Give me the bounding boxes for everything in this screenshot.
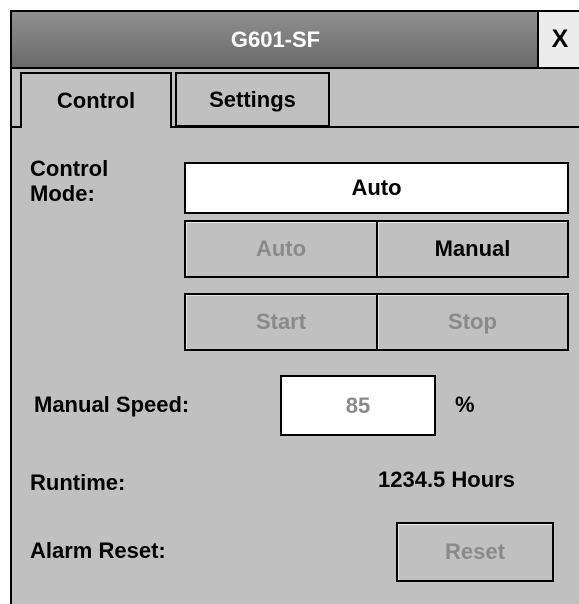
control-mode-label-line1: Control	[30, 156, 109, 181]
title-bar: G601-SF X	[12, 12, 579, 69]
manual-button[interactable]: Manual	[376, 220, 569, 278]
manual-speed-label: Manual Speed:	[34, 392, 190, 417]
faceplate-window: G601-SF X Control Settings Control Mode:…	[10, 10, 579, 604]
runtime-label: Runtime:	[30, 470, 126, 495]
control-mode-label-line2: Mode:	[30, 181, 95, 206]
close-button[interactable]: X	[537, 12, 579, 67]
speed-unit-label: %	[455, 392, 475, 417]
tab-divider	[172, 126, 579, 128]
window-title: G601-SF	[230, 27, 321, 52]
control-mode-value: Auto	[184, 162, 569, 214]
reset-button[interactable]: Reset	[396, 522, 554, 582]
tab-divider	[12, 126, 20, 128]
start-button[interactable]: Start	[184, 293, 378, 351]
auto-button[interactable]: Auto	[184, 220, 378, 278]
tab-control[interactable]: Control	[20, 72, 172, 128]
runtime-value: 1234.5 Hours	[378, 467, 515, 492]
tab-settings[interactable]: Settings	[175, 72, 330, 127]
alarm-reset-label: Alarm Reset:	[30, 538, 166, 563]
manual-speed-input[interactable]: 85	[280, 375, 436, 436]
stop-button[interactable]: Stop	[376, 293, 569, 351]
